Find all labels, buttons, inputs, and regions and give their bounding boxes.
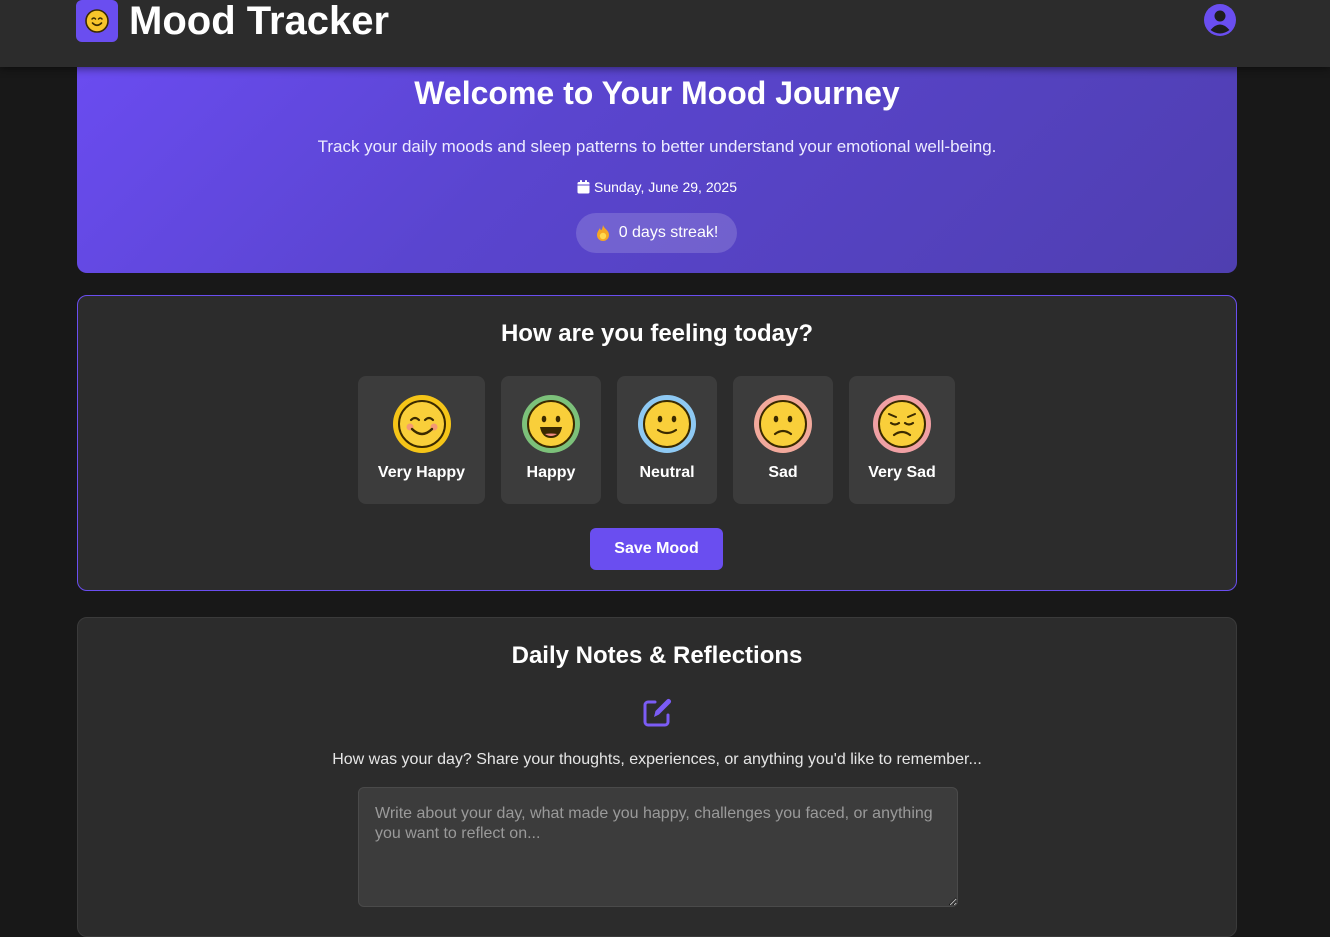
mood-label: Very Happy bbox=[377, 464, 466, 481]
mood-selection-card: How are you feeling today? Very Happy Ha… bbox=[77, 295, 1237, 591]
current-date: Sunday, June 29, 2025 bbox=[77, 178, 1237, 196]
profile-button[interactable] bbox=[1203, 3, 1237, 37]
mood-label: Sad bbox=[768, 464, 798, 481]
app-title: Mood Tracker bbox=[129, 0, 390, 43]
notes-card-title: Daily Notes & Reflections bbox=[511, 642, 803, 669]
user-circle-icon bbox=[1204, 4, 1236, 36]
mood-label: Neutral bbox=[639, 464, 695, 481]
notes-prompt: How was your day? Share your thoughts, e… bbox=[332, 751, 982, 768]
fire-icon bbox=[596, 225, 609, 241]
hero-subtitle: Track your daily moods and sleep pattern… bbox=[317, 137, 997, 156]
mood-card-title: How are you feeling today? bbox=[500, 320, 814, 347]
edit-pen-icon bbox=[643, 699, 671, 727]
top-navbar: Mood Tracker bbox=[0, 0, 1330, 67]
hero-title: Welcome to Your Mood Journey bbox=[414, 75, 900, 111]
smiley-face-icon bbox=[85, 9, 109, 33]
mood-option-very-happy[interactable]: Very Happy bbox=[358, 376, 485, 504]
mood-option-happy[interactable]: Happy bbox=[501, 376, 601, 504]
daily-notes-card: Daily Notes & Reflections How was your d… bbox=[77, 617, 1237, 937]
very-happy-face-icon bbox=[392, 395, 451, 453]
mood-label: Very Sad bbox=[868, 464, 936, 481]
happy-face-icon bbox=[522, 395, 580, 453]
sad-face-icon bbox=[754, 395, 812, 453]
very-sad-face-icon bbox=[873, 395, 931, 453]
notes-textarea[interactable] bbox=[358, 787, 958, 907]
mood-option-very-sad[interactable]: Very Sad bbox=[849, 376, 955, 504]
calendar-icon bbox=[577, 180, 590, 194]
logo bbox=[76, 0, 118, 42]
welcome-hero: Welcome to Your Mood Journey Track your … bbox=[77, 40, 1237, 273]
save-mood-button[interactable]: Save Mood bbox=[590, 528, 723, 570]
neutral-face-icon bbox=[638, 395, 696, 453]
streak-badge: 0 days streak! bbox=[576, 213, 737, 253]
mood-option-neutral[interactable]: Neutral bbox=[617, 376, 717, 504]
mood-label: Happy bbox=[526, 464, 576, 481]
mood-option-sad[interactable]: Sad bbox=[733, 376, 833, 504]
streak-text: 0 days streak! bbox=[618, 224, 719, 241]
date-text: Sunday, June 29, 2025 bbox=[594, 179, 737, 195]
